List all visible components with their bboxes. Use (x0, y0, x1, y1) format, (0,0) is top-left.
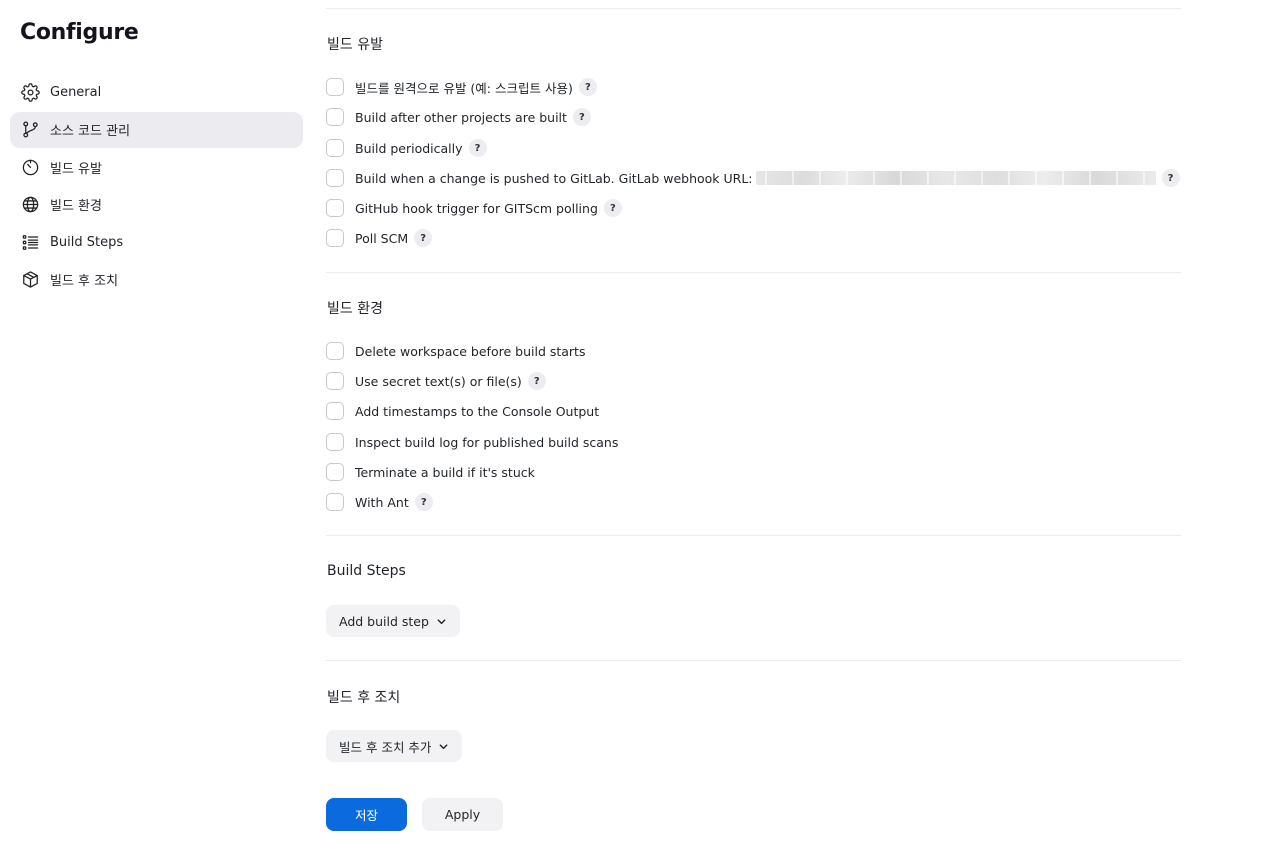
chevron-down-icon (438, 741, 449, 752)
checkbox-label[interactable]: Poll SCM (355, 231, 408, 246)
sidebar: Configure General 소스 코드 관리 빌드 유발 빌드 환경 B… (0, 0, 315, 859)
checkbox[interactable] (326, 169, 344, 187)
sidebar-item-build-steps[interactable]: Build Steps (10, 224, 303, 260)
package-icon (20, 270, 40, 290)
checkbox-label[interactable]: Add timestamps to the Console Output (355, 404, 599, 419)
sidebar-item-label: 빌드 환경 (50, 199, 102, 214)
chevron-down-icon (436, 616, 447, 627)
checkbox[interactable] (326, 139, 344, 157)
sidebar-item-label: Build Steps (50, 234, 124, 250)
add-post-build-action-label: 빌드 후 조치 추가 (339, 739, 432, 755)
sidebar-item-build-environment[interactable]: 빌드 환경 (10, 187, 303, 223)
env-option-secret-text: Use secret text(s) or file(s) ? (326, 370, 546, 392)
section-divider (326, 8, 1181, 9)
checkbox[interactable] (326, 433, 344, 451)
checkbox-label[interactable]: Build periodically (355, 141, 463, 156)
sidebar-item-label: 소스 코드 관리 (50, 124, 131, 139)
sidebar-item-scm[interactable]: 소스 코드 관리 (10, 111, 303, 148)
sidebar-item-post-build[interactable]: 빌드 후 조치 (10, 262, 303, 298)
sidebar-item-build-triggers[interactable]: 빌드 유발 (10, 149, 303, 185)
checkbox-label[interactable]: 빌드를 원격으로 유발 (예: 스크립트 사용) (355, 78, 573, 97)
section-divider (326, 272, 1181, 273)
page-title: Configure (20, 20, 139, 45)
trigger-option-after-other-projects: Build after other projects are built ? (326, 106, 591, 128)
checkbox-label[interactable]: Use secret text(s) or file(s) (355, 374, 522, 389)
checkbox[interactable] (326, 372, 344, 390)
trigger-option-poll-scm: Poll SCM ? (326, 227, 433, 249)
add-build-step-label: Add build step (339, 613, 429, 629)
checkbox-label[interactable]: Terminate a build if it's stuck (355, 465, 535, 480)
sidebar-item-label: General (50, 84, 102, 100)
help-icon[interactable]: ? (1161, 169, 1180, 187)
checkbox[interactable] (326, 199, 344, 217)
checkbox[interactable] (326, 78, 344, 96)
sidebar-nav: General 소스 코드 관리 빌드 유발 빌드 환경 Build Steps… (10, 74, 303, 299)
checkbox-label[interactable]: Inspect build log for published build sc… (355, 435, 618, 450)
section-divider (326, 535, 1181, 536)
env-option-terminate-stuck: Terminate a build if it's stuck (326, 461, 535, 483)
section-title-build-environment: 빌드 환경 (327, 301, 383, 317)
section-divider (326, 660, 1181, 661)
help-icon[interactable]: ? (468, 139, 487, 157)
help-icon[interactable]: ? (414, 493, 433, 511)
sidebar-item-label: 빌드 유발 (50, 161, 102, 177)
section-title-post-build: 빌드 후 조치 (327, 690, 401, 706)
trigger-option-periodically: Build periodically ? (326, 137, 487, 159)
checkbox[interactable] (326, 493, 344, 511)
checkbox-label[interactable]: GitHub hook trigger for GITScm polling (355, 201, 598, 216)
help-icon[interactable]: ? (414, 229, 433, 247)
apply-button[interactable]: Apply (422, 798, 503, 831)
checkbox[interactable] (326, 108, 344, 126)
list-icon (20, 232, 40, 252)
gear-icon (20, 82, 40, 102)
section-title-build-steps: Build Steps (327, 563, 406, 579)
sidebar-item-general[interactable]: General (10, 74, 303, 110)
globe-icon (20, 195, 40, 215)
sidebar-item-label: 빌드 후 조치 (50, 274, 119, 289)
checkbox[interactable] (326, 463, 344, 481)
checkbox-label[interactable]: Delete workspace before build starts (355, 344, 585, 359)
checkbox[interactable] (326, 229, 344, 247)
redacted-webhook-url (755, 171, 1156, 185)
help-icon[interactable]: ? (578, 78, 597, 96)
add-post-build-action-button[interactable]: 빌드 후 조치 추가 (326, 730, 463, 762)
env-option-inspect-build-log: Inspect build log for published build sc… (326, 431, 618, 453)
checkbox-label[interactable]: Build when a change is pushed to GitLab.… (355, 171, 753, 186)
checkbox-label[interactable]: Build after other projects are built (355, 110, 567, 125)
env-option-with-ant: With Ant ? (326, 491, 433, 513)
help-icon[interactable]: ? (572, 108, 591, 126)
checkbox[interactable] (326, 402, 344, 420)
env-option-timestamps: Add timestamps to the Console Output (326, 400, 599, 422)
add-build-step-button[interactable]: Add build step (326, 605, 460, 637)
checkbox-label[interactable]: With Ant (355, 495, 409, 510)
save-button[interactable]: 저장 (326, 798, 407, 831)
help-icon[interactable]: ? (527, 372, 546, 390)
checkbox[interactable] (326, 342, 344, 360)
help-icon[interactable]: ? (603, 199, 622, 217)
section-title-build-triggers: 빌드 유발 (327, 37, 383, 53)
timer-icon (20, 157, 40, 177)
trigger-option-gitlab-push: Build when a change is pushed to GitLab.… (326, 167, 1180, 189)
trigger-option-github-hook: GitHub hook trigger for GITScm polling ? (326, 197, 622, 219)
env-option-delete-workspace: Delete workspace before build starts (326, 340, 585, 362)
git-branch-icon (20, 120, 40, 140)
trigger-option-remote: 빌드를 원격으로 유발 (예: 스크립트 사용) ? (326, 76, 597, 98)
